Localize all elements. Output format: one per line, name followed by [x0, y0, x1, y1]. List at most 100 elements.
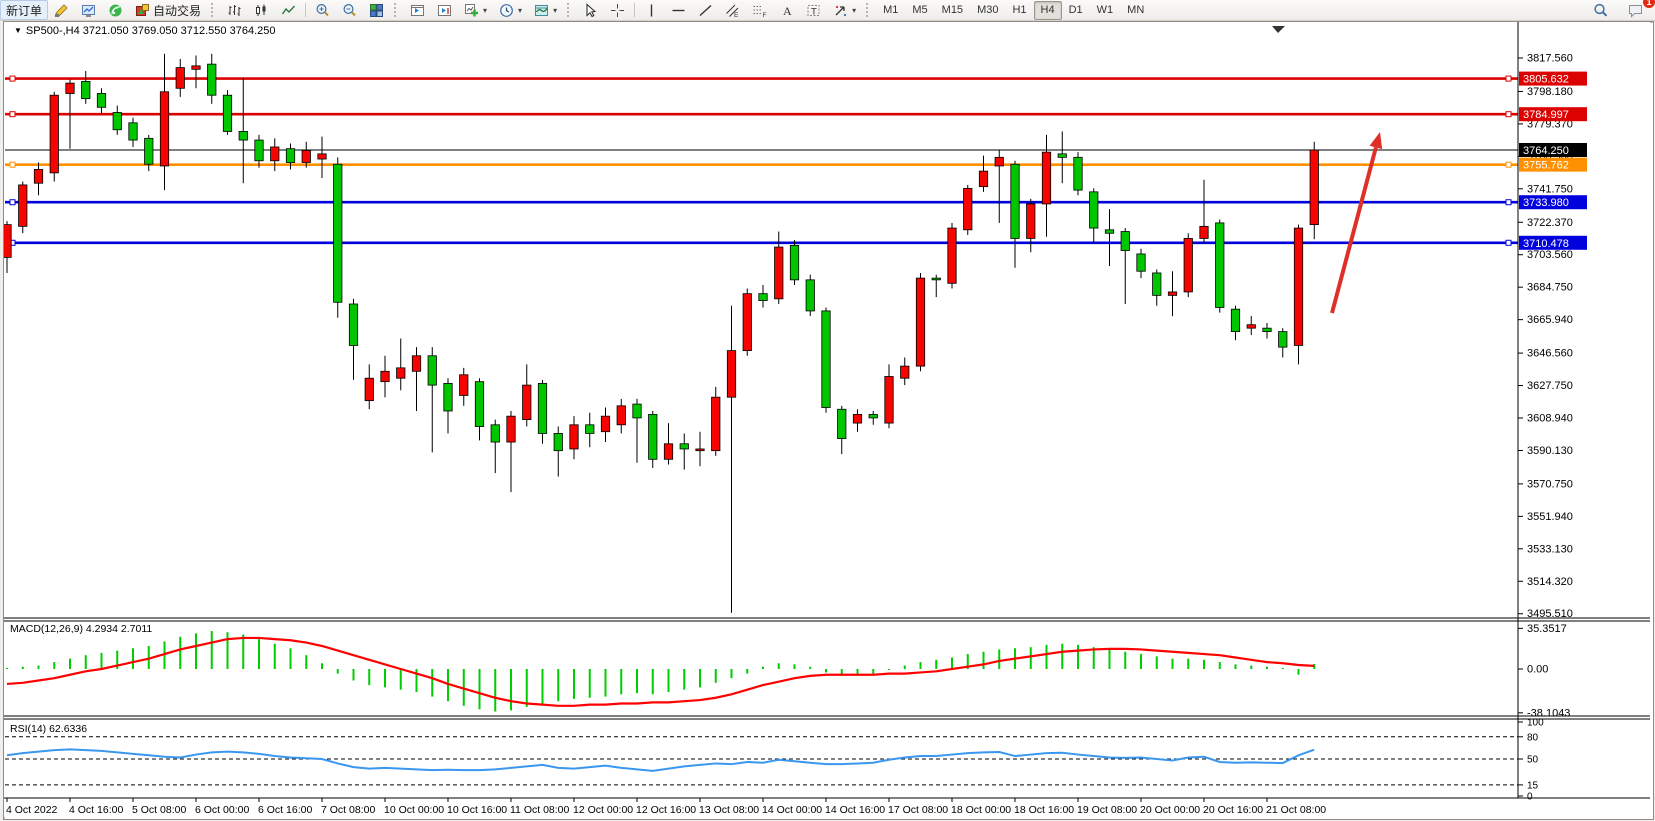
candlestick: [633, 404, 641, 418]
timeframe-w1-button[interactable]: W1: [1090, 1, 1121, 20]
zoom-out-icon[interactable]: [336, 0, 363, 20]
new-order-button[interactable]: 新订单: [0, 0, 48, 20]
chevron-down-icon[interactable]: ▾: [852, 6, 856, 15]
hline-anchor[interactable]: [10, 112, 15, 117]
macd-histogram-bar: [1140, 654, 1142, 669]
trendline-icon[interactable]: [692, 0, 719, 20]
candlestick: [1074, 157, 1082, 190]
styler-icon[interactable]: [48, 0, 75, 20]
candlestick: [759, 294, 767, 301]
text-icon[interactable]: A: [773, 0, 800, 20]
candlestick: [1216, 223, 1224, 308]
market-watch-icon[interactable]: [75, 0, 102, 20]
macd-histogram-bar: [258, 639, 260, 669]
chevron-down-icon[interactable]: ▾: [483, 6, 487, 15]
timeframe-m5-button[interactable]: M5: [905, 1, 934, 20]
text-label-icon[interactable]: T: [800, 0, 827, 20]
hline-anchor[interactable]: [1506, 112, 1511, 117]
tile-windows-icon[interactable]: [363, 0, 390, 20]
rsi-tick-label: 0: [1527, 792, 1533, 803]
hline-anchor[interactable]: [10, 76, 15, 81]
zoom-in-icon[interactable]: [309, 0, 336, 20]
hline-anchor[interactable]: [10, 200, 15, 205]
bar-chart-icon[interactable]: [221, 0, 248, 20]
indicators-list-icon[interactable]: [431, 0, 458, 20]
macd-histogram-bar: [305, 655, 307, 669]
candlestick: [1310, 150, 1318, 225]
candlestick: [649, 414, 657, 459]
fibo-icon: F: [752, 3, 767, 18]
chevron-down-icon[interactable]: ▾: [553, 6, 557, 15]
hline-anchor[interactable]: [1506, 200, 1511, 205]
macd-tick-label: 35.3517: [1527, 623, 1567, 635]
hline-price-badge-text: 3784.997: [1523, 109, 1569, 121]
macd-indicator-label: MACD(12,26,9) 4.2934 2.7011: [10, 623, 152, 635]
toolbar-grip[interactable]: [211, 3, 217, 17]
arrows-dropdown[interactable]: ▾: [827, 0, 862, 20]
candlestick: [932, 278, 940, 280]
rsi-tick-label: 15: [1527, 780, 1539, 791]
candlestick: [255, 140, 263, 161]
horizontal-line-icon[interactable]: [665, 0, 692, 20]
time-tick-label: 19 Oct 08:00: [1077, 804, 1137, 816]
channel-icon[interactable]: E: [719, 0, 746, 20]
hline-price-badge-text: 3733.980: [1523, 197, 1569, 209]
time-tick-label: 14 Oct 16:00: [825, 804, 885, 816]
chart-canvas[interactable]: 3817.5603798.1803779.3703760.5603741.750…: [4, 22, 1653, 817]
indicators-window-icon[interactable]: [404, 0, 431, 20]
template-dropdown[interactable]: ▾: [528, 0, 563, 20]
macd-histogram-bar: [746, 669, 748, 674]
time-tick-label: 4 Oct 2022: [6, 804, 58, 816]
candlestick: [223, 95, 231, 131]
candlestick: [176, 68, 184, 89]
signals-icon[interactable]: [102, 0, 129, 20]
search-button[interactable]: [1587, 0, 1614, 20]
candlestick: [82, 81, 90, 98]
candlestick: [50, 95, 58, 173]
fibonacci-icon[interactable]: F: [746, 0, 773, 20]
timeframe-m1-button[interactable]: M1: [876, 1, 905, 20]
toolbar-grip[interactable]: [567, 3, 573, 17]
vertical-line-icon[interactable]: [638, 0, 665, 20]
candlestick: [1090, 192, 1098, 228]
candlestick: [538, 383, 546, 433]
zoomin-icon: [315, 3, 330, 18]
candlestick-chart-icon[interactable]: [248, 0, 275, 20]
macd-histogram-bar: [353, 669, 355, 681]
hline-anchor[interactable]: [1506, 76, 1511, 81]
autotrade-button[interactable]: 自动交易: [129, 0, 207, 20]
toolbar-grip[interactable]: [866, 3, 872, 17]
notifications-button[interactable]: 1: [1622, 0, 1649, 20]
toolbar-grip[interactable]: [394, 3, 400, 17]
timeframe-h1-button[interactable]: H1: [1005, 1, 1033, 20]
timeframe-mn-button[interactable]: MN: [1120, 1, 1151, 20]
price-tick-label: 3703.560: [1527, 249, 1573, 261]
macd-histogram-bar: [1061, 644, 1063, 669]
period-dropdown[interactable]: ▾: [493, 0, 528, 20]
candlestick: [1263, 328, 1271, 331]
time-tick-label: 20 Oct 16:00: [1203, 804, 1263, 816]
symbol-dropdown-icon[interactable]: ▼: [14, 26, 22, 35]
hline-anchor[interactable]: [10, 162, 15, 167]
add-indicator-dropdown[interactable]: ▾: [458, 0, 493, 20]
timeframe-m30-button[interactable]: M30: [970, 1, 1005, 20]
candlestick: [1153, 273, 1161, 295]
macd-histogram-bar: [904, 666, 906, 669]
channel-icon: E: [725, 3, 740, 18]
chart-window[interactable]: ▼SP500-,H4 3721.050 3769.050 3712.550 37…: [3, 21, 1654, 820]
macd-histogram-bar: [526, 669, 528, 707]
timeframe-h4-button[interactable]: H4: [1034, 1, 1062, 20]
cursor-icon[interactable]: [577, 0, 604, 20]
chevron-down-icon[interactable]: ▾: [518, 6, 522, 15]
timeframe-m15-button[interactable]: M15: [935, 1, 970, 20]
time-tick-label: 6 Oct 00:00: [195, 804, 249, 816]
macd-histogram-bar: [321, 663, 323, 669]
macd-histogram-bar: [699, 669, 701, 687]
crosshair-icon[interactable]: [604, 0, 631, 20]
line-chart-icon[interactable]: [275, 0, 302, 20]
macd-histogram-bar: [872, 669, 874, 674]
candlestick: [412, 356, 420, 372]
timeframe-d1-button[interactable]: D1: [1062, 1, 1090, 20]
hline-anchor[interactable]: [1506, 240, 1511, 245]
hline-anchor[interactable]: [1506, 162, 1511, 167]
